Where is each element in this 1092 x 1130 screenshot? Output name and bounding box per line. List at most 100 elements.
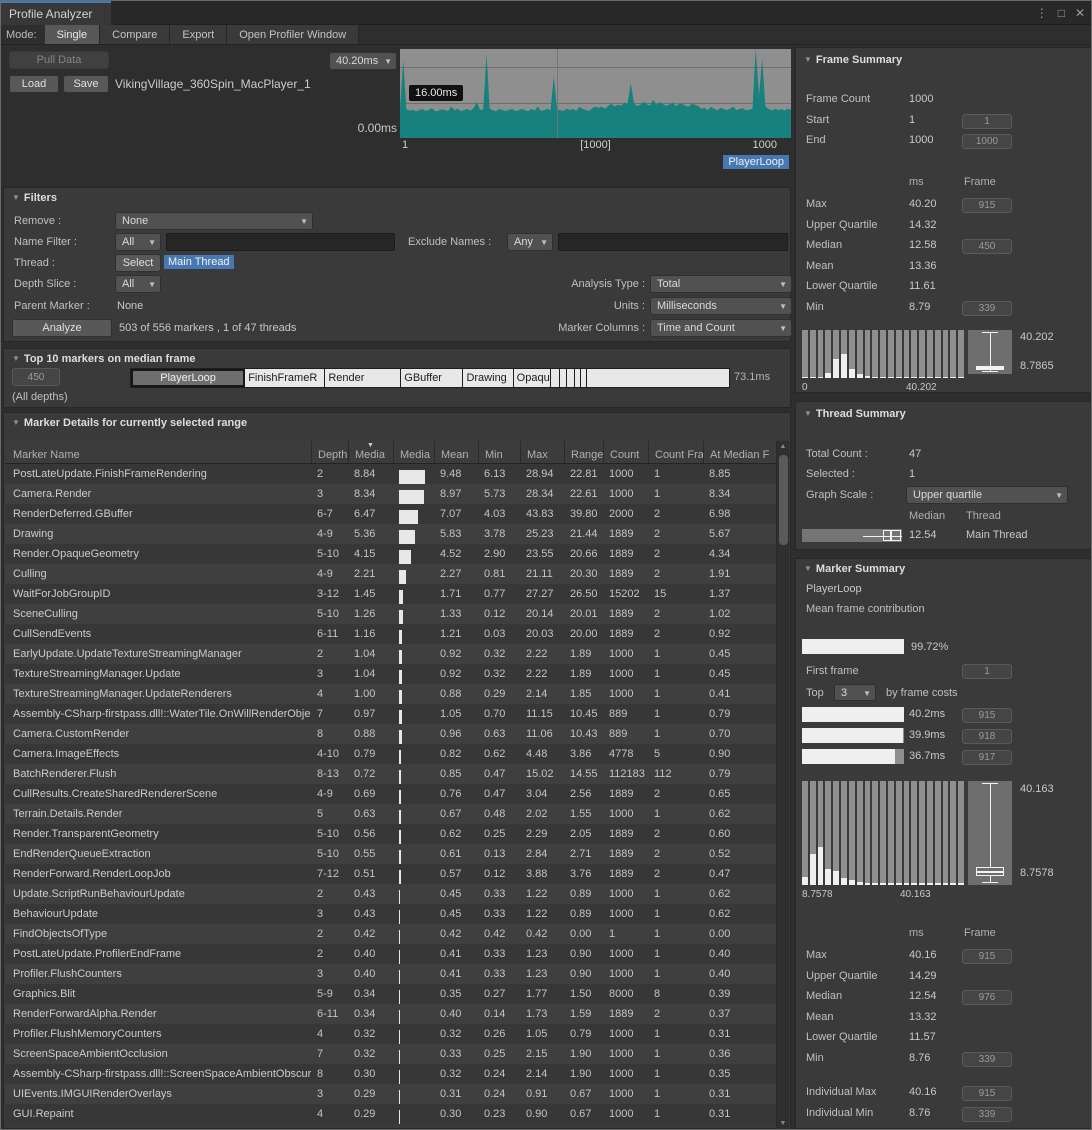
top10-segment[interactable]: Opaqu <box>514 369 551 387</box>
stat-frame-chip[interactable]: 1 <box>962 114 1012 129</box>
marker-summary-header[interactable]: ▼Marker Summary <box>804 563 905 575</box>
table-row[interactable]: FindObjectsOfType20.420.420.420.420.0011… <box>5 924 779 944</box>
frame-time-chart[interactable]: 16.00ms <box>400 49 791 138</box>
pull-data-button[interactable]: Pull Data <box>9 51 109 69</box>
filters-header[interactable]: ▼Filters <box>12 192 57 204</box>
column-header-at-median-f[interactable]: At Median F <box>703 441 778 463</box>
column-header-mean[interactable]: Mean <box>434 441 478 463</box>
marker-columns-dropdown[interactable]: Time and Count ▼ <box>650 319 792 337</box>
maximize-icon[interactable]: □ <box>1058 6 1065 20</box>
table-row[interactable]: PostLateUpdate.ProfilerEndFrame20.400.41… <box>5 944 779 964</box>
top10-segment[interactable]: FinishFrameR <box>245 369 325 387</box>
top10-segment[interactable]: Drawing <box>463 369 513 387</box>
close-icon[interactable]: ✕ <box>1075 6 1085 20</box>
scroll-down-icon[interactable]: ▼ <box>777 1120 789 1127</box>
scrollbar-thumb[interactable] <box>779 455 788 545</box>
table-row[interactable]: RenderDeferred.GBuffer6-76.477.074.0343.… <box>5 504 779 524</box>
column-header-max[interactable]: Max <box>520 441 564 463</box>
table-row[interactable]: RenderForwardAlpha.Render6-110.340.400.1… <box>5 1004 779 1024</box>
stat-frame-chip[interactable]: 339 <box>962 301 1012 316</box>
frame-number-chip[interactable]: 915 <box>962 708 1012 723</box>
mode-single-button[interactable]: Single <box>45 25 101 44</box>
column-header-marker-name[interactable]: Marker Name <box>5 441 311 463</box>
depth-slice-dropdown[interactable]: All ▼ <box>115 275 161 293</box>
table-row[interactable]: Profiler.FlushMemoryCounters40.320.320.2… <box>5 1024 779 1044</box>
selected-marker-chip[interactable]: PlayerLoop <box>723 155 789 169</box>
stat-frame-chip[interactable]: 339 <box>962 1107 1012 1122</box>
table-row[interactable]: TextureStreamingManager.Update31.040.920… <box>5 664 779 684</box>
table-row[interactable]: GUI.Repaint40.290.300.230.900.67100010.3… <box>5 1104 779 1124</box>
table-row[interactable]: RenderForward.RenderLoopJob7-120.510.570… <box>5 864 779 884</box>
table-row[interactable]: Render.TransparentGeometry5-100.560.620.… <box>5 824 779 844</box>
menu-icon[interactable]: ⋮ <box>1036 6 1048 20</box>
table-row[interactable]: Profiler.FlushCounters30.400.410.331.230… <box>5 964 779 984</box>
table-row[interactable]: BatchRenderer.Flush8-130.720.850.4715.02… <box>5 764 779 784</box>
table-row[interactable]: CullSendEvents6-111.161.210.0320.0320.00… <box>5 624 779 644</box>
column-header-count[interactable]: Count <box>603 441 648 463</box>
column-header-media[interactable]: Media▼ <box>348 441 393 463</box>
exclude-mode-dropdown[interactable]: Any ▼ <box>507 233 553 251</box>
remove-dropdown[interactable]: None ▼ <box>115 212 313 230</box>
name-filter-mode-dropdown[interactable]: All ▼ <box>115 233 161 251</box>
top10-segment[interactable]: PlayerLoop <box>131 369 245 387</box>
name-filter-input[interactable] <box>166 233 395 251</box>
scroll-up-icon[interactable]: ▲ <box>777 443 789 450</box>
column-header-min[interactable]: Min <box>478 441 520 463</box>
table-row[interactable]: UIEvents.IMGUIRenderOverlays30.290.310.2… <box>5 1084 779 1104</box>
analyze-button[interactable]: Analyze <box>12 319 112 337</box>
units-dropdown[interactable]: Milliseconds ▼ <box>650 297 792 315</box>
frame-range-dropdown[interactable]: 40.20ms ▼ <box>329 52 397 70</box>
first-frame-chip[interactable]: 1 <box>962 664 1012 679</box>
median-frame-chip[interactable]: 450 <box>12 368 60 386</box>
table-row[interactable]: Culling4-92.212.270.8121.1120.30188921.9… <box>5 564 779 584</box>
stat-frame-chip[interactable]: 339 <box>962 1052 1012 1067</box>
save-button[interactable]: Save <box>63 75 109 93</box>
column-header-media[interactable]: Media <box>393 441 434 463</box>
table-row[interactable]: Camera.CustomRender80.880.960.6311.0610.… <box>5 724 779 744</box>
stat-frame-chip[interactable]: 1000 <box>962 134 1012 149</box>
frame-number-chip[interactable]: 917 <box>962 750 1012 765</box>
graph-scale-dropdown[interactable]: Upper quartile ▼ <box>906 486 1068 504</box>
column-header-count-fra[interactable]: Count Fra <box>648 441 703 463</box>
table-row[interactable]: TextureStreamingManager.UpdateRenderers4… <box>5 684 779 704</box>
frame-summary-header[interactable]: ▼Frame Summary <box>804 54 902 66</box>
top10-header[interactable]: ▼Top 10 markers on median frame <box>12 353 196 365</box>
stat-frame-chip[interactable]: 976 <box>962 990 1012 1005</box>
table-row[interactable]: Graphics.Blit5-90.340.350.271.771.508000… <box>5 984 779 1004</box>
column-header-depth[interactable]: Depth <box>311 441 348 463</box>
top10-segment[interactable] <box>587 369 729 387</box>
top10-segment[interactable]: Render <box>325 369 401 387</box>
table-row[interactable]: Terrain.Details.Render50.630.670.482.021… <box>5 804 779 824</box>
table-row[interactable]: EarlyUpdate.UpdateTextureStreamingManage… <box>5 644 779 664</box>
table-row[interactable]: Assembly-CSharp-firstpass.dll!::WaterTil… <box>5 704 779 724</box>
stat-frame-chip[interactable]: 915 <box>962 949 1012 964</box>
table-row[interactable]: Assembly-CSharp-firstpass.dll!::ScreenSp… <box>5 1064 779 1084</box>
stat-frame-chip[interactable]: 450 <box>962 239 1012 254</box>
export-button[interactable]: Export <box>170 25 227 44</box>
frame-number-chip[interactable]: 918 <box>962 729 1012 744</box>
table-row[interactable]: Render.OpaqueGeometry5-104.154.522.9023.… <box>5 544 779 564</box>
table-row[interactable]: CullResults.CreateSharedRendererScene4-9… <box>5 784 779 804</box>
thread-summary-header[interactable]: ▼Thread Summary <box>804 408 906 420</box>
stat-frame-chip[interactable]: 915 <box>962 198 1012 213</box>
table-row[interactable]: ScreenSpaceAmbientOcclusion70.320.330.25… <box>5 1044 779 1064</box>
table-row[interactable]: Drawing4-95.365.833.7825.2321.44188925.6… <box>5 524 779 544</box>
top10-segment[interactable] <box>567 369 574 387</box>
table-row[interactable]: SceneCulling5-101.261.330.1220.1420.0118… <box>5 604 779 624</box>
top10-segment[interactable] <box>560 369 568 387</box>
thread-value-chip[interactable]: Main Thread <box>164 255 234 269</box>
top10-segment[interactable] <box>551 369 560 387</box>
thread-select-button[interactable]: Select <box>115 254 161 272</box>
table-row[interactable]: WaitForJobGroupID3-121.451.710.7727.2726… <box>5 584 779 604</box>
load-button[interactable]: Load <box>9 75 59 93</box>
tab-profile-analyzer[interactable]: Profile Analyzer <box>1 1 111 25</box>
table-row[interactable]: Update.ScriptRunBehaviourUpdate20.430.45… <box>5 884 779 904</box>
table-row[interactable]: Camera.Render38.348.975.7328.3422.611000… <box>5 484 779 504</box>
column-header-range[interactable]: Range <box>564 441 603 463</box>
table-row[interactable]: Camera.ImageEffects4-100.790.820.624.483… <box>5 744 779 764</box>
analysis-type-dropdown[interactable]: Total ▼ <box>650 275 792 293</box>
top-n-dropdown[interactable]: 3 ▼ <box>834 684 876 701</box>
mode-compare-button[interactable]: Compare <box>100 25 170 44</box>
table-row[interactable]: EndRenderQueueExtraction5-100.550.610.13… <box>5 844 779 864</box>
table-scrollbar[interactable]: ▲ ▼ <box>776 441 789 1129</box>
